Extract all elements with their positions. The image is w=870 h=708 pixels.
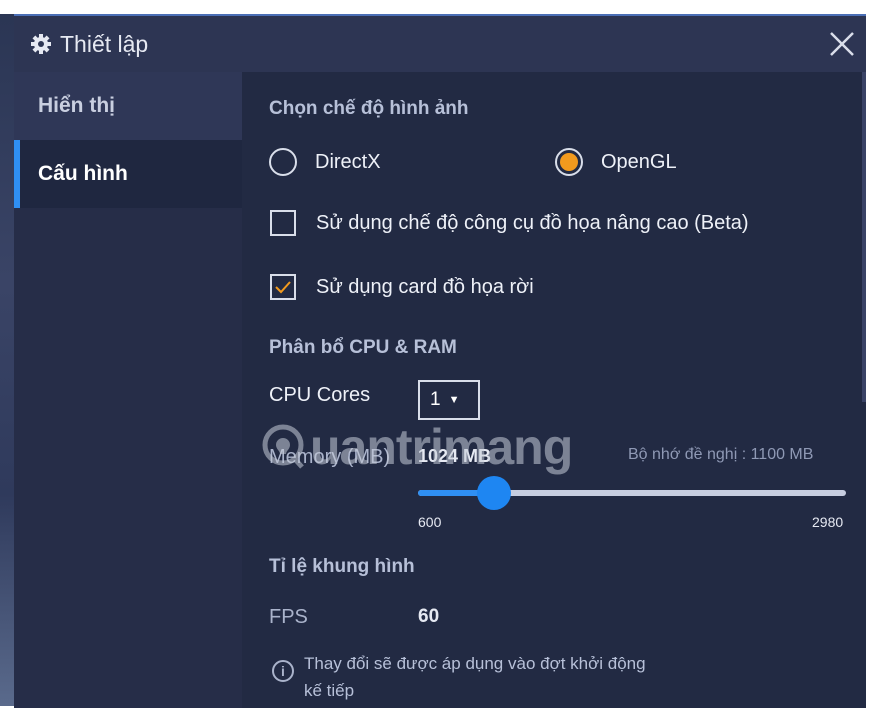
close-icon[interactable]	[829, 31, 855, 57]
cpu-cores-dropdown[interactable]: 1 ▼	[418, 380, 480, 420]
sidebar-item-label: Cấu hình	[38, 162, 128, 185]
dedicated-gpu-checkbox[interactable]	[270, 274, 296, 300]
settings-window: Thiết lập Hiển thị Cấu hình Chọn chế độ …	[14, 14, 866, 708]
slider-min-label: 600	[418, 514, 442, 530]
fps-value[interactable]: 60	[418, 606, 439, 628]
memory-hint: Bộ nhớ đề nghị : 1100 MB	[628, 446, 814, 463]
advanced-engine-option[interactable]: Sử dụng chế độ công cụ đồ họa nâng cao (…	[270, 210, 749, 236]
watermark: uantrimang	[260, 418, 573, 476]
checkmark-icon	[275, 281, 291, 294]
sidebar-item-config[interactable]: Cấu hình	[14, 140, 242, 208]
cpu-cores-value: 1	[430, 389, 441, 410]
right-border	[866, 0, 870, 706]
chevron-down-icon: ▼	[448, 394, 460, 406]
watermark-text: uantrimang	[310, 419, 573, 475]
advanced-engine-label: Sử dụng chế độ công cụ đồ họa nâng cao (…	[316, 211, 749, 234]
title-bar: Thiết lập	[14, 16, 866, 72]
scrollbar[interactable]	[862, 72, 866, 402]
info-icon: i	[272, 660, 294, 682]
section-title-frame-rate: Tỉ lệ khung hình	[269, 556, 415, 577]
screen-frame: Thiết lập Hiển thị Cấu hình Chọn chế độ …	[0, 0, 870, 708]
radio-button-unselected[interactable]	[269, 148, 297, 176]
lightbulb-logo-icon	[262, 424, 304, 469]
sidebar: Hiển thị Cấu hình	[14, 72, 242, 708]
section-title-graphics: Chọn chế độ hình ảnh	[269, 98, 469, 119]
dedicated-gpu-option[interactable]: Sử dụng card đồ họa rời	[270, 274, 534, 300]
fps-label: FPS	[269, 606, 308, 628]
gear-icon	[30, 33, 52, 55]
sidebar-item-display[interactable]: Hiển thị	[14, 72, 242, 140]
advanced-engine-checkbox[interactable]	[270, 210, 296, 236]
close-button[interactable]	[824, 26, 860, 62]
sidebar-item-label: Hiển thị	[38, 94, 115, 117]
memory-slider-thumb[interactable]	[477, 476, 512, 510]
background-strip	[0, 0, 14, 706]
restart-note: i Thay đổi sẽ được áp dụng vào đợt khởi …	[272, 650, 664, 704]
cpu-cores-label: CPU Cores	[269, 384, 371, 406]
radio-directx[interactable]: DirectX	[269, 148, 381, 176]
restart-note-text: Thay đổi sẽ được áp dụng vào đợt khởi độ…	[304, 654, 646, 700]
radio-label-directx: DirectX	[315, 150, 381, 173]
slider-max-label: 2980	[812, 514, 844, 530]
radio-button-selected[interactable]	[555, 148, 583, 176]
radio-opengl[interactable]: OpenGL	[555, 148, 677, 176]
window-title: Thiết lập	[60, 30, 149, 57]
settings-panel: Chọn chế độ hình ảnh DirectX OpenGL Sử d…	[242, 72, 866, 708]
section-title-resources: Phân bổ CPU & RAM	[269, 337, 457, 358]
dedicated-gpu-label: Sử dụng card đồ họa rời	[316, 275, 534, 298]
top-border	[0, 0, 870, 14]
radio-label-opengl: OpenGL	[601, 150, 677, 173]
